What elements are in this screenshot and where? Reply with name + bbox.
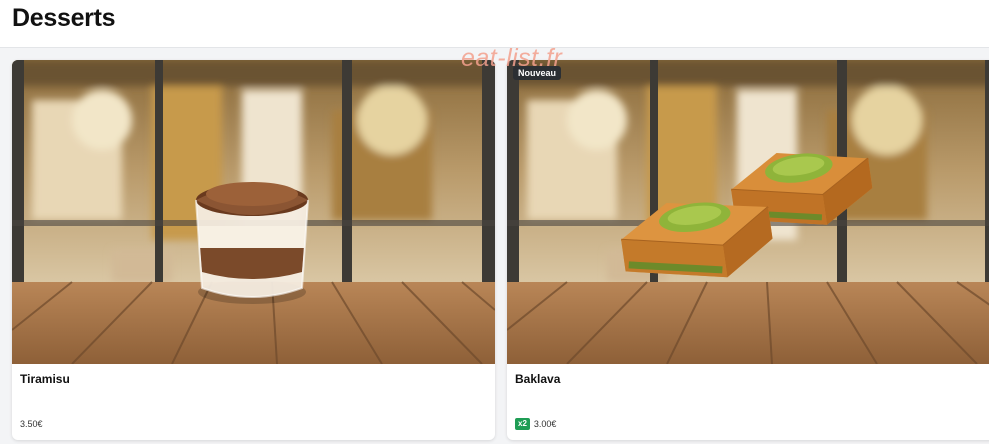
tiramisu-cup [195,182,309,304]
page-header: Desserts [0,0,989,48]
watermark: eat-list.fr [461,44,563,72]
page-title: Desserts [12,4,116,32]
price-row: 3.50€ [20,417,43,431]
product-card-baklava[interactable]: Nouveau Baklava x2 3.00€ [507,60,989,440]
product-card-tiramisu[interactable]: Tiramisu 3.50€ [12,60,495,440]
product-price: 3.00€ [533,419,557,429]
product-name: Tiramisu [20,372,70,386]
quantity-badge: x2 [515,418,530,430]
product-image [12,60,495,364]
product-price: 3.50€ [20,419,43,429]
product-image [507,60,989,364]
product-name: Baklava [515,372,561,386]
price-row: x2 3.00€ [515,417,556,431]
